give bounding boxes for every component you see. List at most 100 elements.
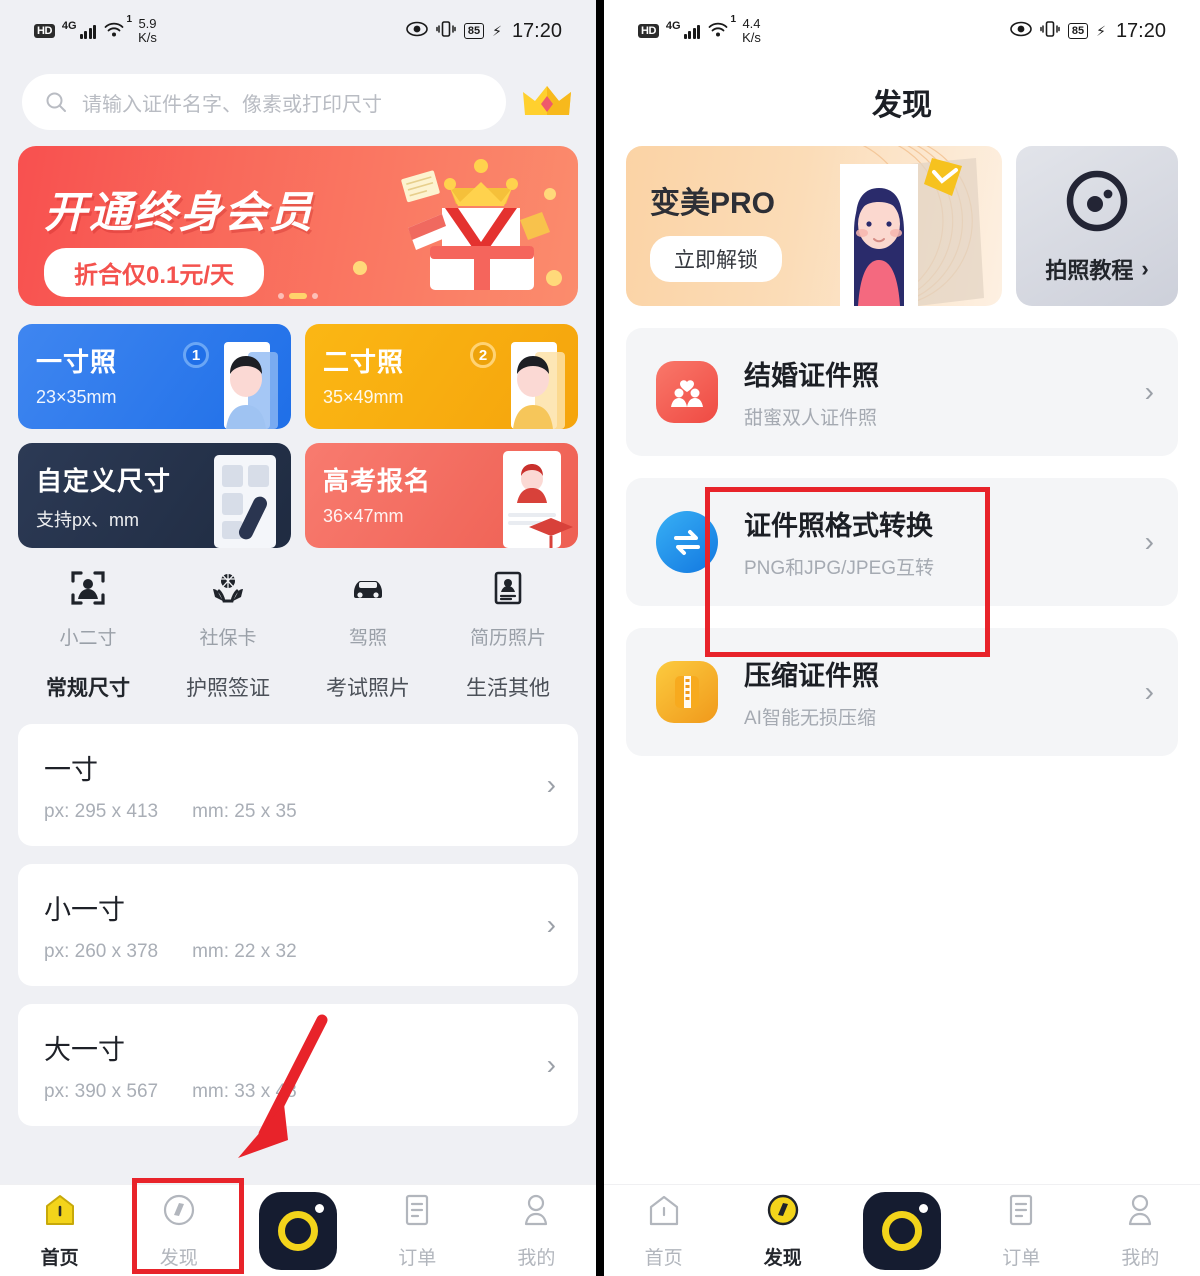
nav-home[interactable]: 首页 xyxy=(0,1191,119,1270)
nav-discover[interactable]: 发现 xyxy=(119,1191,238,1270)
list-item-format-convert[interactable]: 证件照格式转换 PNG和JPG/JPEG互转 › xyxy=(626,478,1178,606)
nav-label: 订单 xyxy=(1002,1248,1041,1269)
nav-orders[interactable]: 订单 xyxy=(358,1191,477,1270)
quick-action-social-security-card[interactable]: 社保卡 xyxy=(158,570,298,650)
tab-label: 考试照片 xyxy=(326,677,410,700)
photo-tutorial-card[interactable]: 拍照教程 › xyxy=(1016,146,1178,306)
home-icon xyxy=(645,1191,683,1235)
signal-bars-icon xyxy=(683,24,701,39)
pro-card-title: 变美PRO xyxy=(650,187,776,220)
membership-banner[interactable]: 开通终身会员 折合仅0.1元/天 xyxy=(18,146,578,306)
size-mm: mm: 25 x 35 xyxy=(192,800,297,822)
graduate-card-illustration xyxy=(463,443,578,548)
tutorial-label-row: 拍照教程 › xyxy=(1045,253,1148,285)
car-icon xyxy=(350,570,386,612)
quick-action-label: 驾照 xyxy=(348,628,387,649)
quick-action-driver-license[interactable]: 驾照 xyxy=(298,570,438,650)
size-card-grid: 一寸照 23×35mm 1 二寸照 35×49mm 2 自定义尺寸 支持px、m… xyxy=(0,306,596,548)
network-type-label: 4G xyxy=(665,20,681,32)
tab-life-other[interactable]: 生活其他 xyxy=(438,672,578,708)
zip-file-icon xyxy=(656,661,718,723)
nav-label: 我的 xyxy=(1121,1248,1160,1269)
unlock-now-button[interactable]: 立即解锁 xyxy=(650,236,782,282)
nav-label: 首页 xyxy=(40,1248,79,1269)
nav-orders[interactable]: 订单 xyxy=(962,1191,1081,1270)
crown-icon[interactable] xyxy=(520,81,574,123)
status-clock: 17:20 xyxy=(1115,19,1166,42)
girl-portrait-illustration xyxy=(792,146,1002,306)
nav-profile[interactable]: 我的 xyxy=(477,1191,596,1270)
item-subtitle: AI智能无损压缩 xyxy=(744,708,876,729)
list-item-compress-photo[interactable]: 压缩证件照 AI智能无损压缩 › xyxy=(626,628,1178,756)
nav-home[interactable]: 首页 xyxy=(604,1191,723,1270)
nav-label: 我的 xyxy=(517,1248,556,1269)
eye-comfort-icon xyxy=(406,21,428,42)
person-icon xyxy=(1121,1191,1159,1235)
chevron-right-icon: › xyxy=(1144,676,1154,707)
nav-label: 发现 xyxy=(763,1248,802,1269)
banner-price-pill: 折合仅0.1元/天 xyxy=(44,248,265,297)
hd-badge: HD xyxy=(638,24,659,38)
card-custom-size[interactable]: 自定义尺寸 支持px、mm xyxy=(18,443,291,548)
size-name: 小一寸 xyxy=(44,894,125,925)
tab-standard-size[interactable]: 常规尺寸 xyxy=(18,672,158,708)
item-subtitle: PNG和JPG/JPEG互转 xyxy=(744,558,935,579)
list-item-marriage-photo[interactable]: 结婚证件照 甜蜜双人证件照 › xyxy=(626,328,1178,456)
list-item[interactable]: 大一寸 px: 390 x 567 mm: 33 x 48 › xyxy=(18,1004,578,1126)
quick-action-resume-photo[interactable]: 简历照片 xyxy=(438,570,578,650)
quick-action-label: 简历照片 xyxy=(469,628,546,649)
tutorial-label: 拍照教程 xyxy=(1045,257,1134,283)
item-title: 压缩证件照 xyxy=(744,661,879,691)
page-title: 发现 xyxy=(872,89,932,122)
vibrate-mode-icon xyxy=(436,20,456,42)
category-tabs: 常规尺寸 护照签证 考试照片 生活其他 xyxy=(0,650,596,708)
list-item[interactable]: 一寸 px: 295 x 413 mm: 25 x 35 › xyxy=(18,724,578,846)
card-gaokao-registration[interactable]: 高考报名 36×47mm xyxy=(305,443,578,548)
tab-label: 生活其他 xyxy=(466,677,550,700)
id-card-icon xyxy=(490,570,526,612)
wifi-slot-number: 1 xyxy=(126,13,133,25)
nav-camera-button[interactable] xyxy=(238,1191,357,1270)
charging-icon: ⚡ xyxy=(492,22,502,39)
item-title: 结婚证件照 xyxy=(744,361,879,391)
nav-camera-button[interactable] xyxy=(842,1191,961,1270)
eye-comfort-icon xyxy=(1010,21,1032,42)
tab-label: 护照签证 xyxy=(186,677,270,700)
search-placeholder: 请输入证件名字、像素或打印尺寸 xyxy=(82,93,382,116)
card-one-inch[interactable]: 一寸照 23×35mm 1 xyxy=(18,324,291,429)
list-item[interactable]: 小一寸 px: 260 x 378 mm: 22 x 32 › xyxy=(18,864,578,986)
left-status-bar: HD 4G 1 5.9 K/s 85 ⚡ 17:20 xyxy=(0,0,596,62)
size-mm: mm: 33 x 48 xyxy=(192,1080,297,1102)
layout-ruler-illustration xyxy=(176,443,291,548)
tab-passport-visa[interactable]: 护照签证 xyxy=(158,672,298,708)
chevron-right-icon: › xyxy=(1144,376,1154,407)
beauty-pro-card[interactable]: 变美PRO 立即解锁 xyxy=(626,146,1002,306)
banner-pagination-dots[interactable] xyxy=(278,293,318,299)
search-input[interactable]: 请输入证件名字、像素或打印尺寸 xyxy=(22,74,506,130)
chevron-right-icon: › xyxy=(546,909,556,940)
left-phone-screen: HD 4G 1 5.9 K/s 85 ⚡ 17:20 请输入证件名字、像素或打印… xyxy=(0,0,596,1276)
right-status-bar: HD 4G 1 4.4 K/s 85 ⚡ 17:20 xyxy=(604,0,1200,62)
network-speed-unit: K/s xyxy=(742,30,761,45)
hd-badge: HD xyxy=(34,24,55,38)
quick-action-label: 社保卡 xyxy=(199,628,257,649)
hands-care-icon xyxy=(210,570,246,612)
size-list: 一寸 px: 295 x 413 mm: 25 x 35 › 小一寸 px: 26… xyxy=(0,708,596,1126)
right-phone-screen: HD 4G 1 4.4 K/s 85 ⚡ 17:20 发现 变美PRO 立即解锁… xyxy=(604,0,1200,1276)
quick-action-row: 小二寸 社保卡 驾照 简历照片 xyxy=(0,548,596,650)
order-list-icon xyxy=(398,1191,436,1235)
dual-screenshot-stage: HD 4G 1 5.9 K/s 85 ⚡ 17:20 请输入证件名字、像素或打印… xyxy=(0,0,1200,1276)
battery-percent: 85 xyxy=(1067,23,1089,39)
nav-profile[interactable]: 我的 xyxy=(1081,1191,1200,1270)
nav-discover[interactable]: 发现 xyxy=(723,1191,842,1270)
card-two-inch[interactable]: 二寸照 35×49mm 2 xyxy=(305,324,578,429)
size-name: 一寸 xyxy=(44,754,98,785)
banner-title: 开通终身会员 xyxy=(44,189,314,237)
quick-action-label: 小二寸 xyxy=(59,628,117,649)
size-px: px: 260 x 378 xyxy=(44,940,159,962)
tab-exam-photo[interactable]: 考试照片 xyxy=(298,672,438,708)
status-clock: 17:20 xyxy=(511,19,562,42)
quick-action-small-two-inch[interactable]: 小二寸 xyxy=(18,570,158,650)
search-icon xyxy=(44,90,68,114)
order-list-icon xyxy=(1002,1191,1040,1235)
